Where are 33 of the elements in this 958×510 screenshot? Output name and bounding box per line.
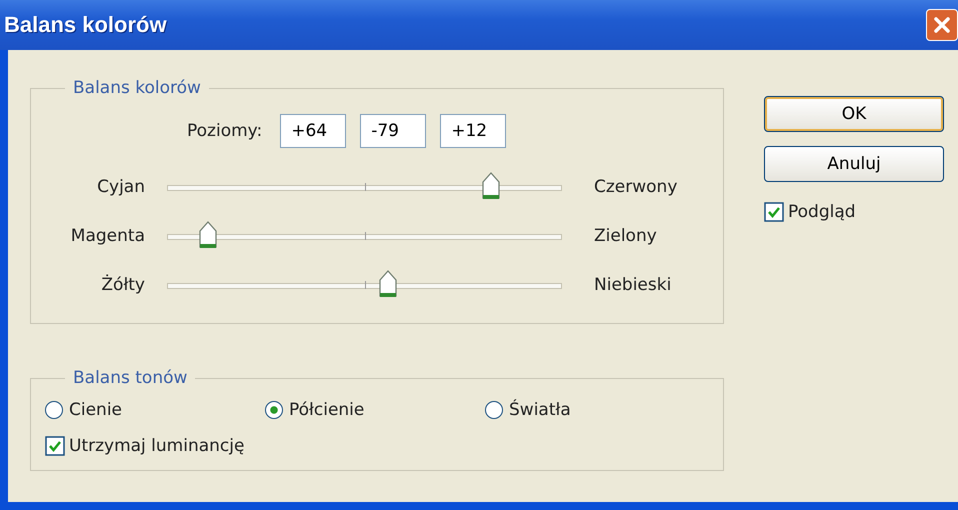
level-field[interactable]: +64: [280, 114, 346, 148]
checkbox-icon[interactable]: [764, 202, 784, 222]
checkbox-icon[interactable]: [45, 436, 65, 456]
group-legend: Balans tonów: [65, 368, 196, 388]
radio-button[interactable]: [485, 401, 503, 419]
window-title: Balans kolorów: [4, 12, 167, 38]
radio-option[interactable]: Półcienie: [265, 400, 485, 420]
preview-checkbox[interactable]: Podgląd: [764, 202, 944, 222]
close-icon: [931, 14, 953, 36]
radio-option[interactable]: Cienie: [45, 400, 265, 420]
preserve-luminosity-checkbox[interactable]: Utrzymaj luminancję: [45, 436, 709, 456]
slider-label: Cyjan: [96, 176, 145, 196]
level-field[interactable]: +12: [440, 114, 506, 148]
slider[interactable]: [167, 270, 562, 300]
level-field[interactable]: -79: [360, 114, 426, 148]
radio-option[interactable]: Światła: [485, 400, 705, 420]
slider-label: Niebieski: [594, 274, 672, 294]
slider-thumb[interactable]: [199, 220, 218, 248]
group-legend: Balans kolorów: [65, 78, 209, 98]
dialog-button[interactable]: Anuluj: [764, 146, 944, 182]
slider-label: Żółty: [100, 274, 145, 294]
slider-label: Zielony: [594, 226, 657, 246]
dialog-button[interactable]: OK: [764, 96, 944, 132]
levels-label: Poziomy:: [187, 121, 262, 141]
slider-label: Magenta: [70, 226, 145, 246]
slider[interactable]: [167, 220, 562, 250]
radio-button[interactable]: [45, 401, 63, 419]
slider-thumb[interactable]: [379, 270, 398, 298]
slider-thumb[interactable]: [482, 172, 500, 200]
slider[interactable]: [167, 172, 562, 202]
radio-button[interactable]: [265, 401, 283, 419]
slider-label: Czerwony: [594, 176, 678, 196]
close-button[interactable]: [926, 9, 958, 41]
